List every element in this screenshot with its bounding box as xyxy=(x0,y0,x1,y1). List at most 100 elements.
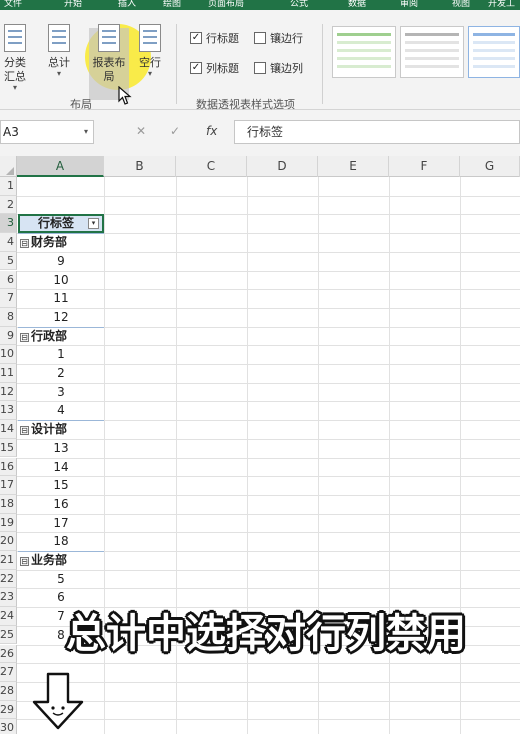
pivot-group-row[interactable]: ⊟ 财务部 xyxy=(18,233,104,252)
column-header-a[interactable]: A xyxy=(17,156,104,177)
subtotal-button[interactable]: 分类汇总 ▾ xyxy=(0,24,30,92)
grand-totals-button[interactable]: 总计 ▾ xyxy=(44,24,74,78)
row-header[interactable]: 6 xyxy=(0,270,17,290)
row-header[interactable]: 23 xyxy=(0,588,17,608)
banded-rows-checkbox[interactable] xyxy=(254,32,266,44)
tab-page-layout[interactable]: 页面布局 xyxy=(208,0,244,10)
row-header[interactable]: 9 xyxy=(0,326,17,346)
formula-input[interactable]: 行标签 xyxy=(234,120,520,144)
subtotal-icon xyxy=(4,24,26,52)
tab-developer[interactable]: 开发工 xyxy=(488,0,515,10)
grid-line xyxy=(17,719,520,721)
column-header-b[interactable]: B xyxy=(104,156,176,177)
row-header[interactable]: 29 xyxy=(0,700,17,720)
row-header[interactable]: 14 xyxy=(0,420,17,439)
collapse-icon[interactable]: ⊟ xyxy=(20,557,29,566)
row-header[interactable]: 3 xyxy=(0,214,17,234)
row-header[interactable]: 22 xyxy=(0,569,17,589)
row-header[interactable]: 30 xyxy=(0,719,17,734)
row-header[interactable]: 26 xyxy=(0,644,17,664)
collapse-icon[interactable]: ⊟ xyxy=(20,426,29,436)
pivot-group-row[interactable]: ⊟ 行政部 xyxy=(18,327,104,346)
row-header[interactable]: 27 xyxy=(0,663,17,682)
col-headers-option[interactable]: ✓ 列标题 xyxy=(190,60,239,76)
row-header[interactable]: 13 xyxy=(0,401,17,421)
pivot-item-cell[interactable]: 3 xyxy=(18,383,104,402)
row-header[interactable]: 18 xyxy=(0,494,17,514)
pivot-group-label: 财务部 xyxy=(31,235,68,250)
insert-function-icon[interactable]: fx xyxy=(206,124,217,138)
col-headers-checkbox[interactable]: ✓ xyxy=(190,62,202,74)
row-header[interactable]: 24 xyxy=(0,607,17,626)
row-header[interactable]: 25 xyxy=(0,625,17,645)
column-header-e[interactable]: E xyxy=(318,156,389,177)
report-layout-icon xyxy=(98,24,120,52)
pivot-item-cell[interactable]: 5 xyxy=(18,570,104,589)
column-header-g[interactable]: G xyxy=(460,156,520,177)
tab-draw[interactable]: 绘图 xyxy=(163,0,181,10)
row-header[interactable]: 16 xyxy=(0,457,17,477)
pivot-item-cell[interactable]: 4 xyxy=(18,401,104,420)
row-header[interactable]: 21 xyxy=(0,551,17,570)
chevron-down-icon[interactable]: ▾ xyxy=(84,121,88,143)
row-header[interactable]: 28 xyxy=(0,681,17,701)
row-header[interactable]: 4 xyxy=(0,233,17,252)
pivot-item-cell[interactable]: 13 xyxy=(18,439,104,458)
row-header[interactable]: 19 xyxy=(0,513,17,533)
pivot-item-cell[interactable]: 2 xyxy=(18,364,104,383)
column-header-c[interactable]: C xyxy=(176,156,247,177)
enter-icon[interactable]: ✓ xyxy=(170,124,180,138)
row-header[interactable]: 5 xyxy=(0,251,17,271)
tab-view[interactable]: 视图 xyxy=(452,0,470,10)
pivot-item-cell[interactable]: 1 xyxy=(18,345,104,364)
ribbon: 分类汇总 ▾ 总计 ▾ 报表布 局 空行 ▾ 布局 ✓ 行标题 镶边行 ✓ 列标… xyxy=(0,10,520,111)
pivot-group-row[interactable]: ⊟ 设计部 xyxy=(18,420,104,439)
pivot-row-label-header[interactable]: 行标签 ▾ xyxy=(18,214,104,234)
tab-file[interactable]: 文件 xyxy=(4,0,22,10)
row-header[interactable]: 8 xyxy=(0,307,17,327)
column-header-f[interactable]: F xyxy=(389,156,460,177)
row-header[interactable]: 20 xyxy=(0,532,17,551)
pivot-item-cell[interactable]: 12 xyxy=(18,308,104,327)
row-header[interactable]: 12 xyxy=(0,382,17,402)
pivot-item-cell[interactable]: 17 xyxy=(18,514,104,533)
blank-rows-button[interactable]: 空行 ▾ xyxy=(136,24,164,78)
tab-insert[interactable]: 插入 xyxy=(118,0,136,10)
row-header[interactable]: 1 xyxy=(0,177,17,196)
column-header-d[interactable]: D xyxy=(247,156,318,177)
pivot-item-cell[interactable]: 10 xyxy=(18,271,104,290)
row-header[interactable]: 17 xyxy=(0,476,17,495)
tab-data[interactable]: 数据 xyxy=(348,0,366,10)
row-header[interactable]: 10 xyxy=(0,345,17,364)
row-header[interactable]: 15 xyxy=(0,438,17,458)
pivot-style-thumbnail-selected[interactable] xyxy=(468,26,520,78)
tab-formulas[interactable]: 公式 xyxy=(290,0,308,10)
select-all-corner[interactable] xyxy=(0,156,17,177)
cancel-icon[interactable]: ✕ xyxy=(136,124,146,138)
filter-dropdown-icon[interactable]: ▾ xyxy=(88,218,99,230)
collapse-icon[interactable]: ⊟ xyxy=(20,239,29,249)
pivot-item-cell[interactable]: 14 xyxy=(18,458,104,477)
collapse-icon[interactable]: ⊟ xyxy=(20,332,29,342)
pivot-item-cell[interactable]: 15 xyxy=(18,476,104,495)
tab-review[interactable]: 审阅 xyxy=(400,0,418,10)
row-headers-option[interactable]: ✓ 行标题 xyxy=(190,30,239,46)
row-header[interactable]: 11 xyxy=(0,364,17,383)
pivot-group-row[interactable]: ⊟ 业务部 xyxy=(18,551,104,570)
pivot-style-thumbnail[interactable] xyxy=(332,26,396,78)
banded-cols-checkbox[interactable] xyxy=(254,62,266,74)
banded-cols-option[interactable]: 镶边列 xyxy=(254,60,303,76)
pivot-item-cell[interactable]: 11 xyxy=(18,289,104,308)
pivot-item-cell[interactable]: 9 xyxy=(18,252,104,271)
row-header[interactable]: 2 xyxy=(0,195,17,215)
name-box-value: A3 xyxy=(3,125,19,139)
pivot-item-cell[interactable]: 18 xyxy=(18,532,104,551)
pivot-style-thumbnail[interactable] xyxy=(400,26,464,78)
banded-rows-option[interactable]: 镶边行 xyxy=(254,30,303,46)
name-box[interactable]: A3 ▾ xyxy=(0,120,94,144)
pivot-item-cell[interactable]: 16 xyxy=(18,495,104,514)
report-layout-button[interactable]: 报表布 局 xyxy=(90,24,128,84)
row-header[interactable]: 7 xyxy=(0,289,17,308)
tab-home[interactable]: 开始 xyxy=(64,0,82,10)
row-headers-checkbox[interactable]: ✓ xyxy=(190,32,202,44)
